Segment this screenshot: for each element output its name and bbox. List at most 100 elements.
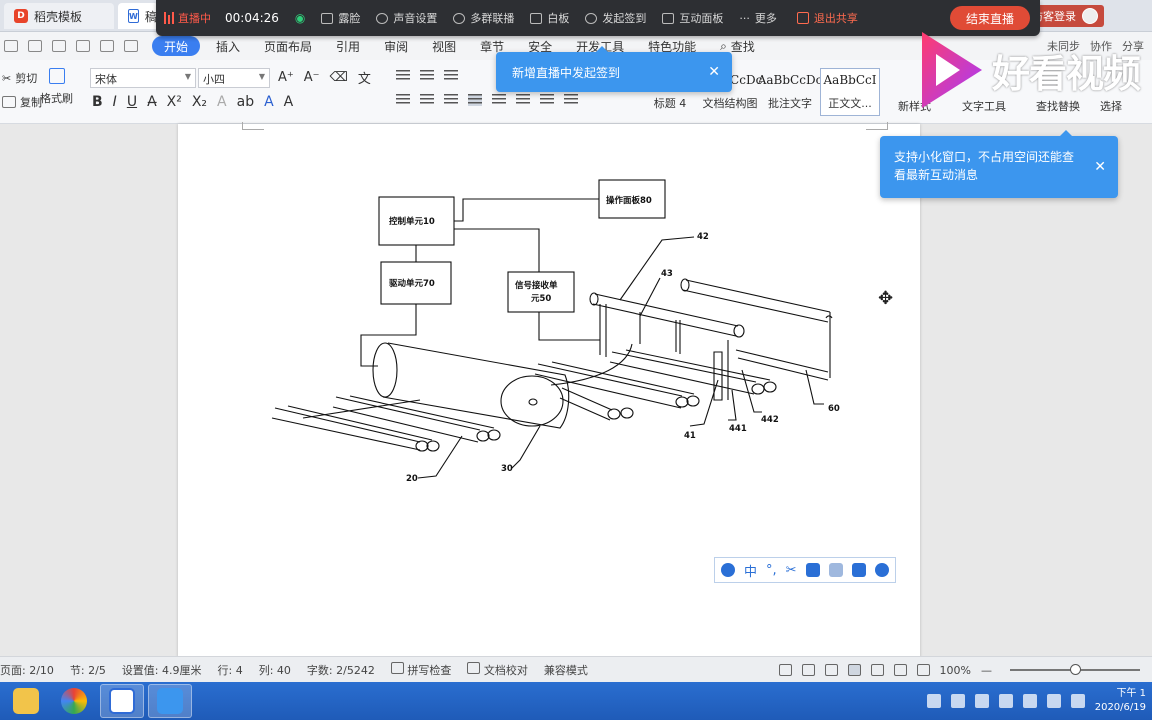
doc-proof-button[interactable]: 文档校对	[467, 661, 528, 678]
tray-app-icon[interactable]	[926, 694, 941, 708]
signal-receiver-box	[507, 271, 575, 313]
control-unit-label: 控制单元10	[389, 216, 435, 227]
part-label: 42	[697, 232, 709, 242]
clock[interactable]: 下午 1 2020/6/19	[1095, 687, 1146, 715]
ime-mode-icon[interactable]: 中	[744, 561, 757, 580]
move-cursor-icon: ✥	[878, 288, 894, 309]
section-indicator: 节: 2/5	[69, 663, 106, 677]
exit-icon	[796, 12, 809, 24]
signal-receiver-label-1: 信号接收单	[515, 280, 558, 291]
gear-icon[interactable]	[874, 563, 889, 577]
signal-receiver-label-2: 元50	[531, 294, 551, 304]
spell-check-label: 拼写检查	[407, 663, 452, 677]
proofread-icon	[467, 661, 481, 674]
page-indicator[interactable]: 页面: 2/10	[0, 662, 54, 678]
checkin-label: 发起签到	[602, 12, 647, 25]
part-label: 20	[406, 474, 418, 484]
part-label: 30	[501, 464, 513, 474]
close-icon[interactable]: ✕	[708, 64, 720, 80]
checkin-tooltip: 新增直播中发起签到 ✕	[496, 46, 732, 92]
close-icon[interactable]: ✕	[1094, 158, 1106, 176]
drive-unit-label: 驱动单元70	[389, 278, 435, 289]
status-bar: 页面: 2/10 节: 2/5 设置值: 4.9厘米 行: 4 列: 40 字数…	[0, 656, 1152, 682]
operation-panel-label: 操作面板80	[606, 195, 652, 206]
multi-group-label: 多群联播	[470, 12, 515, 25]
user-icon[interactable]	[828, 563, 843, 577]
tray-package-icon[interactable]	[950, 694, 965, 708]
tray-window-icon[interactable]	[998, 694, 1013, 708]
outline-view-icon[interactable]	[870, 664, 884, 676]
live-app-button[interactable]	[148, 684, 192, 718]
doc-proof-label: 文档校对	[483, 663, 528, 677]
mini-window-tooltip-text: 支持小化窗口，不占用空间还能查看最新互动消息	[894, 150, 1075, 182]
file-explorer-button[interactable]	[4, 684, 48, 718]
whiteboard-button[interactable]: 白板	[530, 10, 569, 26]
tray-pen-icon[interactable]	[1022, 694, 1037, 708]
end-live-button[interactable]: 结束直播	[949, 6, 1030, 30]
fullscreen-icon[interactable]	[778, 664, 792, 676]
zoom-slider-knob[interactable]	[1070, 664, 1081, 675]
whiteboard-icon	[530, 12, 543, 24]
zoom-out-icon[interactable]: —	[981, 664, 992, 677]
scissors-icon[interactable]: ✂	[786, 563, 797, 578]
interaction-panel-label: 互动面板	[679, 12, 724, 25]
page-view-icon[interactable]	[847, 664, 861, 676]
zoom-slider[interactable]	[1010, 664, 1140, 675]
microphone-icon	[376, 12, 389, 24]
wps-writer-button[interactable]	[100, 684, 144, 718]
more-label: 更多	[754, 12, 777, 25]
checkin-button[interactable]: 发起签到	[585, 10, 646, 26]
zoom-level[interactable]: 100%	[940, 664, 971, 677]
skin-icon[interactable]	[851, 563, 866, 577]
network-tray-icon[interactable]	[1046, 694, 1061, 708]
tray-monitor-icon[interactable]	[974, 694, 989, 708]
part-label: 41	[684, 431, 696, 441]
ellipsis-icon: ···	[739, 11, 750, 25]
chat-icon	[662, 12, 675, 24]
live-status-label: 直播中	[178, 12, 211, 25]
ime-toolbar: 中 °, ✂	[714, 557, 896, 583]
tv-icon	[157, 688, 183, 714]
row-indicator: 行: 4	[217, 663, 243, 677]
part-label: 43	[661, 269, 673, 279]
browser-button[interactable]	[52, 684, 96, 718]
play-logo-icon	[922, 32, 982, 108]
network-icon: ◉	[294, 11, 306, 25]
spell-check-button[interactable]: 拼写检查	[390, 661, 452, 678]
whiteboard-label: 白板	[547, 12, 570, 25]
multi-group-button[interactable]: 多群联播	[453, 10, 514, 26]
eye-protection-icon[interactable]	[916, 664, 930, 676]
view-controls: 100% —	[778, 657, 1152, 683]
keyboard-icon[interactable]	[805, 563, 820, 577]
speaker-icon[interactable]	[1070, 694, 1085, 708]
people-icon	[453, 12, 466, 24]
word-count[interactable]: 字数: 2/5242	[307, 662, 375, 678]
exit-share-button[interactable]: 退出共享	[796, 10, 858, 26]
web-view-icon[interactable]	[893, 664, 907, 676]
clock-time: 下午 1	[1116, 688, 1146, 699]
audio-settings-label: 声音设置	[393, 12, 438, 25]
camera-button[interactable]: 露脸	[321, 10, 360, 26]
ime-logo-icon[interactable]	[721, 563, 735, 577]
spell-check-icon	[390, 661, 404, 674]
audio-settings-button[interactable]: 声音设置	[376, 10, 437, 26]
live-indicator-icon	[164, 12, 174, 24]
camera-label: 露脸	[338, 12, 361, 25]
pen-icon[interactable]	[824, 664, 838, 676]
interaction-panel-button[interactable]: 互动面板	[662, 10, 723, 26]
part-label: 441	[729, 424, 747, 434]
live-status: 直播中	[164, 10, 211, 26]
punctuation-icon[interactable]: °,	[766, 563, 777, 578]
setting-indicator: 设置值: 4.9厘米	[121, 663, 202, 677]
exit-share-label: 退出共享	[813, 12, 858, 25]
part-label: 442	[761, 415, 779, 425]
checkin-tooltip-text: 新增直播中发起签到	[512, 65, 621, 80]
brand-watermark: 好看视频	[916, 28, 1152, 112]
writer-icon	[109, 688, 135, 714]
clock-date: 2020/6/19	[1094, 702, 1146, 713]
mini-window-tooltip: 支持小化窗口，不占用空间还能查看最新互动消息 ✕	[880, 130, 1118, 198]
reading-mode-icon[interactable]	[801, 664, 815, 676]
live-toolbar: 直播中 00:04:26 ◉ 露脸 声音设置 多群联播 白板 发起签到 互动面板…	[156, 0, 1040, 36]
more-button[interactable]: ··· 更多	[739, 10, 777, 26]
browser-icon	[61, 688, 87, 714]
